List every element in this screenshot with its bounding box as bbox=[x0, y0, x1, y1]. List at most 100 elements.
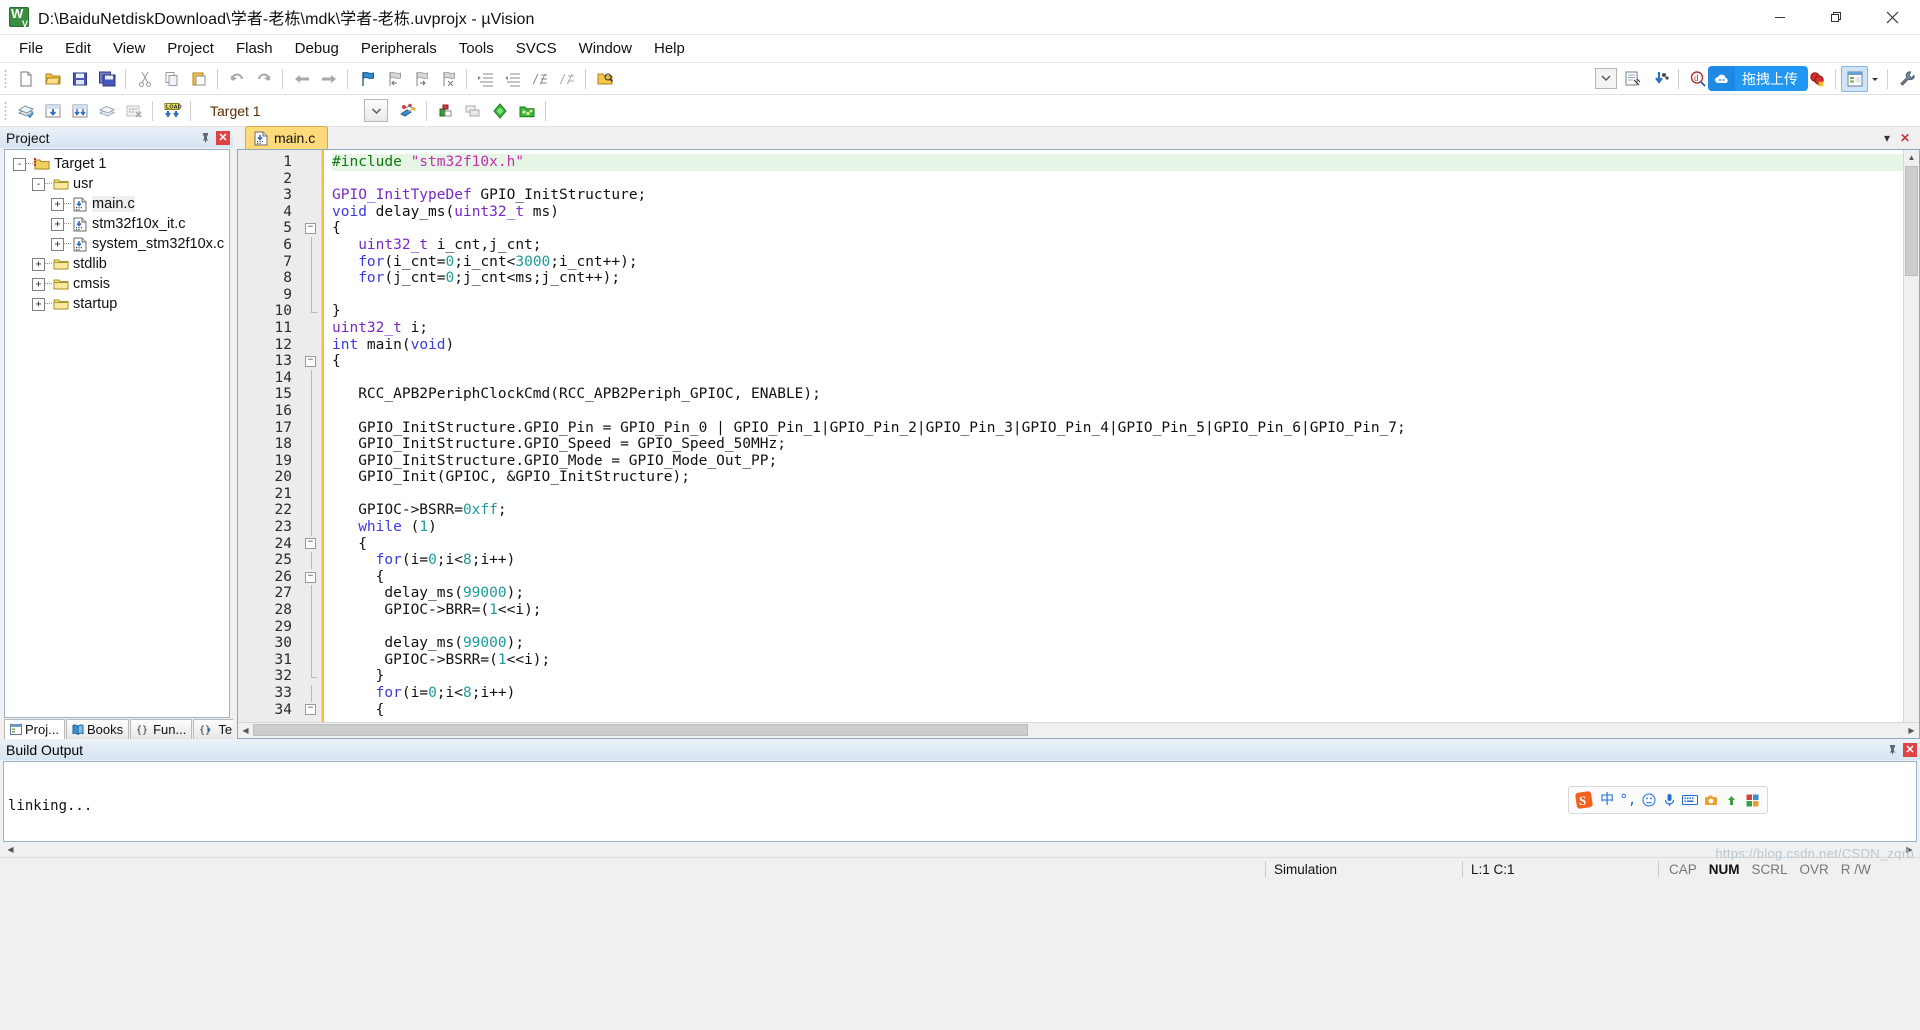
code-editor[interactable]: 1 2 3 4 5 6 7 8 9 10 11 12 13 14 15 16 17 18 19 20 21 22 23 24 2… bbox=[237, 149, 1920, 739]
bookmark-toggle-icon[interactable] bbox=[353, 66, 380, 92]
voice-input-icon[interactable] bbox=[1659, 789, 1680, 811]
bookmark-next-icon[interactable] bbox=[407, 66, 434, 92]
window-layout-dropdown-icon[interactable] bbox=[1868, 66, 1882, 92]
project-tree[interactable]: - Target 1 - usr + main.c + stm32f10x_it… bbox=[4, 149, 230, 718]
code-line[interactable]: delay_ms(99000); bbox=[332, 585, 1903, 602]
download-icon[interactable]: LOAD bbox=[158, 98, 185, 124]
menu-flash[interactable]: Flash bbox=[225, 36, 284, 61]
configure-target-icon[interactable] bbox=[1893, 66, 1920, 92]
code-line[interactable]: for(j_cnt=0;j_cnt<ms;j_cnt++); bbox=[332, 270, 1903, 287]
minimize-icon[interactable]: ▾ bbox=[1878, 129, 1896, 147]
screenshot-icon[interactable] bbox=[1701, 789, 1722, 811]
build-output-text[interactable]: linking... Program Size: Code=1200 RO-da… bbox=[3, 761, 1917, 842]
chevron-down-icon[interactable] bbox=[364, 99, 388, 122]
find-in-files-icon[interactable] bbox=[591, 66, 618, 92]
code-line[interactable] bbox=[332, 287, 1903, 304]
build-icon[interactable] bbox=[39, 98, 66, 124]
expander-icon[interactable]: + bbox=[51, 237, 64, 251]
code-text[interactable]: #include "stm32f10x.h" GPIO_InitTypeDef … bbox=[322, 150, 1903, 722]
fold-collapse-box[interactable]: − bbox=[300, 702, 321, 719]
manage-runtime-env-icon[interactable] bbox=[513, 98, 540, 124]
code-line[interactable]: for(i=0;i<8;i++) bbox=[332, 685, 1903, 702]
code-line[interactable]: { bbox=[332, 536, 1903, 553]
punctuation-mode-icon[interactable]: °, bbox=[1618, 789, 1639, 811]
code-line[interactable]: while (1) bbox=[332, 519, 1903, 536]
chevron-down-icon[interactable] bbox=[1592, 66, 1619, 92]
uncomment-icon[interactable]: // bbox=[553, 66, 580, 92]
scroll-left-arrow[interactable]: ◀ bbox=[3, 842, 18, 857]
tab-project[interactable]: Proj... bbox=[4, 719, 65, 739]
upload-icon[interactable] bbox=[1721, 789, 1742, 811]
code-editor-body[interactable]: 1 2 3 4 5 6 7 8 9 10 11 12 13 14 15 16 17 18 19 20 21 22 23 24 2… bbox=[238, 150, 1919, 722]
expander-icon[interactable]: - bbox=[32, 177, 45, 191]
code-line[interactable]: for(i=0;i<8;i++) bbox=[332, 552, 1903, 569]
navigate-forward-icon[interactable] bbox=[315, 66, 342, 92]
expander-icon[interactable]: + bbox=[32, 297, 45, 311]
tree-item-cmsis[interactable]: + cmsis bbox=[5, 274, 229, 294]
pin-icon[interactable] bbox=[197, 129, 214, 146]
expander-icon[interactable]: + bbox=[51, 197, 64, 211]
code-line[interactable]: GPIO_InitStructure.GPIO_Mode = GPIO_Mode… bbox=[332, 453, 1903, 470]
save-icon[interactable] bbox=[66, 66, 93, 92]
menu-edit[interactable]: Edit bbox=[54, 36, 102, 61]
copy-icon[interactable] bbox=[158, 66, 185, 92]
editor-horizontal-scrollbar[interactable]: ◀ ▶ bbox=[238, 722, 1919, 738]
code-line[interactable]: { bbox=[332, 569, 1903, 586]
code-line[interactable]: #include "stm32f10x.h" bbox=[332, 154, 1903, 171]
indent-icon[interactable] bbox=[472, 66, 499, 92]
code-line[interactable] bbox=[332, 403, 1903, 420]
menu-debug[interactable]: Debug bbox=[284, 36, 350, 61]
tree-item-main-c[interactable]: + main.c bbox=[5, 194, 229, 214]
code-line[interactable] bbox=[332, 171, 1903, 188]
sogou-logo-icon[interactable]: S bbox=[1573, 789, 1595, 811]
tree-item-system-stm32f10x-c[interactable]: + system_stm32f10x.c bbox=[5, 234, 229, 254]
expander-icon[interactable]: + bbox=[32, 277, 45, 291]
code-line[interactable]: { bbox=[332, 702, 1903, 719]
tree-item-stdlib[interactable]: + stdlib bbox=[5, 254, 229, 274]
close-icon[interactable]: ✕ bbox=[1896, 129, 1914, 147]
tab-books[interactable]: Books bbox=[65, 719, 130, 739]
window-layout-icon[interactable] bbox=[1841, 65, 1868, 92]
menu-tools[interactable]: Tools bbox=[448, 36, 505, 61]
code-line[interactable]: GPIO_InitStructure.GPIO_Pin = GPIO_Pin_0… bbox=[332, 420, 1903, 437]
open-file-icon[interactable] bbox=[39, 66, 66, 92]
expander-icon[interactable]: - bbox=[13, 157, 26, 171]
vertical-scroll-thumb[interactable] bbox=[1905, 166, 1918, 276]
code-line[interactable]: uint32_t i; bbox=[332, 320, 1903, 337]
close-button[interactable] bbox=[1864, 0, 1920, 34]
tab-functions[interactable]: {} Fun... bbox=[130, 719, 193, 739]
code-line[interactable]: void delay_ms(uint32_t ms) bbox=[332, 204, 1903, 221]
configure-icon[interactable] bbox=[1619, 66, 1646, 92]
fold-collapse-box[interactable]: − bbox=[300, 353, 321, 370]
editor-vertical-scrollbar[interactable]: ▲ bbox=[1903, 150, 1919, 722]
toolbar-grip[interactable] bbox=[2, 67, 9, 90]
horizontal-scroll-track[interactable] bbox=[253, 723, 1904, 738]
new-file-icon[interactable] bbox=[12, 66, 39, 92]
menu-view[interactable]: View bbox=[102, 36, 156, 61]
close-icon[interactable]: ✕ bbox=[216, 130, 230, 145]
code-line[interactable]: } bbox=[332, 303, 1903, 320]
fold-collapse-box[interactable]: − bbox=[300, 569, 321, 586]
menu-window[interactable]: Window bbox=[568, 36, 643, 61]
stop-build-icon[interactable] bbox=[120, 98, 147, 124]
bookmark-prev-icon[interactable] bbox=[380, 66, 407, 92]
code-line[interactable] bbox=[332, 486, 1903, 503]
batch-build-icon[interactable] bbox=[93, 98, 120, 124]
tree-item-target-1[interactable]: - Target 1 bbox=[5, 154, 229, 174]
pack-installer-icon[interactable] bbox=[486, 98, 513, 124]
toolbar-grip[interactable] bbox=[2, 99, 9, 122]
code-line[interactable]: for(i_cnt=0;i_cnt<3000;i_cnt++); bbox=[332, 254, 1903, 271]
fold-collapse-box[interactable]: − bbox=[300, 220, 321, 237]
scroll-left-arrow[interactable]: ◀ bbox=[238, 723, 253, 738]
code-line[interactable] bbox=[332, 619, 1903, 636]
paste-icon[interactable] bbox=[185, 66, 212, 92]
document-tab-main-c[interactable]: main.c bbox=[245, 126, 329, 149]
debug-start-icon[interactable] bbox=[1646, 66, 1673, 92]
scroll-up-arrow[interactable]: ▲ bbox=[1904, 150, 1919, 165]
baidu-upload-widget[interactable]: 拖拽上传 bbox=[1708, 66, 1808, 91]
code-line[interactable]: GPIOC->BRR=(1<<i); bbox=[332, 602, 1903, 619]
code-line[interactable] bbox=[332, 370, 1903, 387]
chinese-mode-icon[interactable]: 中 bbox=[1597, 789, 1618, 811]
horizontal-scroll-thumb[interactable] bbox=[253, 724, 1028, 736]
redo-icon[interactable] bbox=[250, 66, 277, 92]
